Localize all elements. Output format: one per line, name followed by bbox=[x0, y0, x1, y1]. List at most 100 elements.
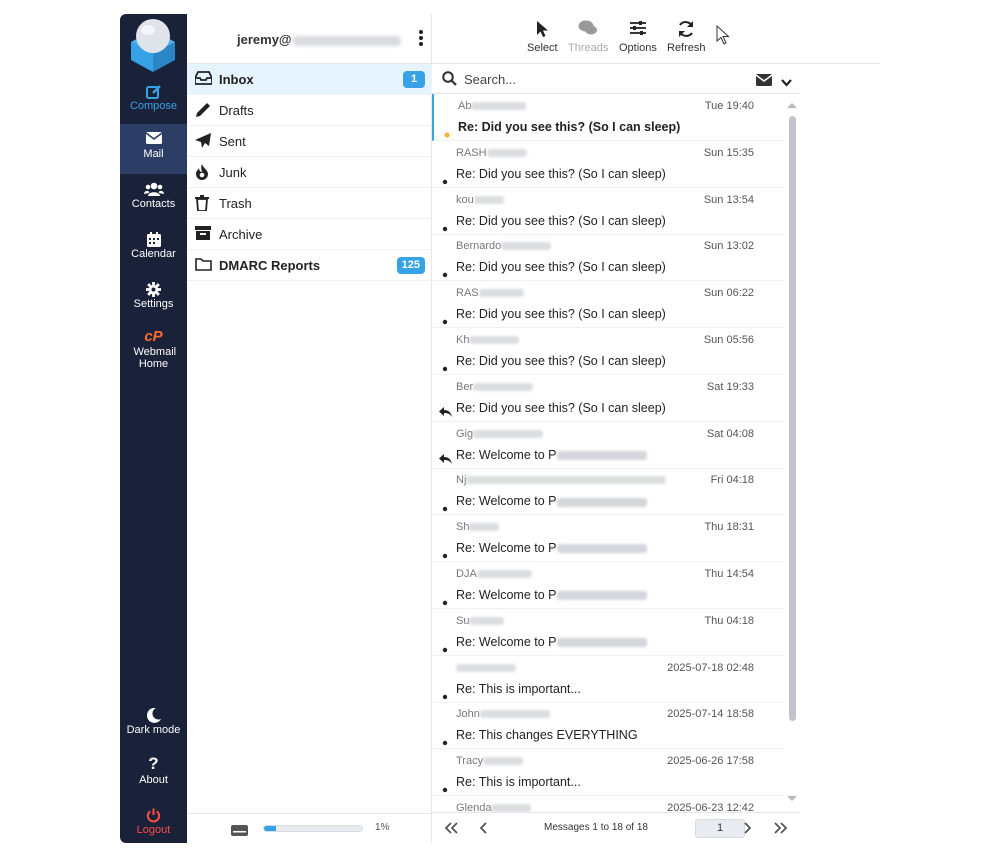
options-button[interactable]: Options bbox=[619, 20, 657, 54]
message-date: Thu 14:54 bbox=[704, 568, 754, 580]
message-subject-text: Re: Did you see this? (So I can sleep) bbox=[456, 166, 666, 181]
account-name-text: jeremy@ bbox=[237, 32, 292, 47]
nav-mail[interactable]: Mail bbox=[120, 124, 187, 174]
refresh-button[interactable]: Refresh bbox=[667, 20, 706, 54]
folder-archive[interactable]: Archive bbox=[187, 219, 432, 250]
select-label: Select bbox=[527, 42, 558, 54]
message-sender bbox=[456, 662, 516, 674]
archive-icon bbox=[195, 226, 211, 242]
replied-icon[interactable] bbox=[439, 404, 452, 422]
nav-about[interactable]: ? About bbox=[120, 750, 187, 798]
message-sender: kou bbox=[456, 194, 504, 206]
message-list-scrollbar[interactable] bbox=[784, 94, 800, 812]
message-list-panel: Ab Tue 19:40 Re: Did you see this? (So I c… bbox=[432, 64, 800, 843]
message-toolbar: Select Threads Options Refresh bbox=[432, 14, 880, 64]
search-icon[interactable] bbox=[442, 71, 457, 91]
message-row[interactable]: Sh Thu 18:31 Re: Welcome to P bbox=[432, 515, 784, 563]
folder-drafts[interactable]: Drafts bbox=[187, 95, 432, 126]
nav-logout[interactable]: Logout bbox=[120, 800, 187, 848]
sender-redacted bbox=[486, 148, 527, 157]
message-row[interactable]: Ab Tue 19:40 Re: Did you see this? (So I c… bbox=[432, 94, 784, 141]
account-header: jeremy@ bbox=[187, 14, 432, 64]
last-page-button[interactable] bbox=[774, 821, 788, 839]
chevron-right-icon bbox=[744, 822, 752, 834]
double-chevron-right-icon bbox=[774, 822, 788, 834]
message-row[interactable]: DJA Thu 14:54 Re: Welcome to P bbox=[432, 562, 784, 609]
message-row[interactable]: Gig Sat 04:08 Re: Welcome to P bbox=[432, 422, 784, 469]
chevron-left-icon bbox=[479, 822, 487, 834]
message-date: Sat 04:08 bbox=[706, 427, 754, 440]
nav-calendar[interactable]: Calendar bbox=[120, 224, 187, 272]
message-subject: Re: Did you see this? (So I can sleep) bbox=[456, 260, 666, 274]
refresh-label: Refresh bbox=[667, 42, 706, 54]
message-list: Ab Tue 19:40 Re: Did you see this? (So I c… bbox=[432, 94, 784, 812]
message-row[interactable]: Glenda 2025-06-23 12:42 bbox=[432, 796, 784, 812]
sender-redacted bbox=[473, 429, 544, 438]
envelope-filter-icon[interactable] bbox=[755, 73, 773, 91]
nav-mail-label: Mail bbox=[143, 148, 164, 160]
nav-compose[interactable]: Compose bbox=[120, 76, 187, 124]
message-sender-text: Ber bbox=[456, 380, 474, 393]
message-row[interactable]: Kh Sun 05:56 Re: Did you see this? (So I c… bbox=[432, 328, 784, 375]
sender-redacted bbox=[466, 476, 667, 485]
scroll-down-icon bbox=[787, 796, 797, 801]
quota-display: 1% bbox=[187, 813, 432, 843]
refresh-icon bbox=[667, 20, 706, 42]
account-menu-button[interactable] bbox=[418, 29, 426, 49]
message-row[interactable]: RAS Sun 06:22 Re: Did you see this? (So I … bbox=[432, 281, 784, 329]
page-number-input[interactable]: 1 bbox=[695, 819, 745, 838]
sender-redacted bbox=[456, 663, 516, 672]
sender-redacted bbox=[469, 336, 520, 345]
quota-percent: 1% bbox=[375, 822, 390, 833]
message-subject-text: Re: This is important... bbox=[456, 775, 581, 790]
folder-trash[interactable]: Trash bbox=[187, 188, 432, 219]
nav-contacts[interactable]: Contacts bbox=[120, 174, 187, 222]
search-input[interactable] bbox=[462, 69, 742, 89]
first-page-button[interactable] bbox=[444, 821, 458, 839]
next-page-button[interactable] bbox=[743, 821, 752, 839]
message-row[interactable]: Su Thu 04:18 Re: Welcome to P bbox=[432, 609, 784, 656]
message-sender: Su bbox=[456, 614, 505, 627]
message-sender: Bernardo bbox=[456, 240, 552, 252]
folder-sent[interactable]: Sent bbox=[187, 126, 432, 157]
message-row[interactable]: RASH Sun 15:35 Re: Did you see this? (So I… bbox=[432, 141, 784, 188]
folder-label: Inbox bbox=[219, 72, 254, 87]
nav-webmail-home[interactable]: cP Webmail Home bbox=[120, 322, 187, 376]
message-row[interactable]: Bernardo Sun 13:02 Re: Did you see this? (… bbox=[432, 234, 784, 282]
folder-dmarc-reports[interactable]: DMARC Reports 125 bbox=[187, 250, 432, 281]
message-date: Sat 19:33 bbox=[706, 380, 754, 393]
message-row[interactable]: Ber Sat 19:33 Re: Did you see this? (So I … bbox=[432, 375, 784, 422]
threads-icon bbox=[568, 20, 608, 42]
main-navigation: Compose Mail Contacts Calendar Settings … bbox=[120, 14, 187, 843]
replied-icon[interactable] bbox=[439, 451, 452, 469]
chevron-down-icon[interactable] bbox=[781, 74, 792, 92]
trash-icon bbox=[195, 195, 211, 212]
message-row[interactable]: 2025-07-18 02:48 Re: This is important... bbox=[432, 656, 784, 703]
message-subject-text: Re: Welcome to P bbox=[456, 588, 557, 602]
message-row[interactable]: kou Sun 13:54 Re: Did you see this? (So I … bbox=[432, 188, 784, 235]
folder-inbox[interactable]: Inbox 1 bbox=[187, 64, 432, 95]
previous-page-button[interactable] bbox=[479, 821, 488, 839]
scrollbar-thumb[interactable] bbox=[789, 116, 796, 721]
message-count: Messages 1 to 18 of 18 bbox=[544, 822, 648, 833]
nav-dark-mode[interactable]: Dark mode bbox=[120, 700, 187, 748]
message-sender: Tracy bbox=[456, 755, 524, 767]
message-sender-text: Su bbox=[456, 614, 470, 627]
message-row[interactable]: Nj Fri 04:18 Re: Welcome to P bbox=[432, 468, 784, 516]
subject-redacted bbox=[556, 497, 647, 507]
search-bar bbox=[432, 64, 800, 94]
message-sender-text: Kh bbox=[456, 334, 470, 346]
account-name: jeremy@ bbox=[237, 32, 401, 47]
threads-button[interactable]: Threads bbox=[568, 20, 608, 54]
roundcube-logo[interactable] bbox=[120, 14, 187, 76]
folder-junk[interactable]: Junk bbox=[187, 157, 432, 188]
message-row[interactable]: Tracy 2025-06-26 17:58 Re: This is importa… bbox=[432, 749, 784, 797]
message-sender: DJA bbox=[456, 568, 532, 580]
message-sender-text: John bbox=[456, 708, 480, 721]
message-row[interactable]: John 2025-07-14 18:58 Re: This changes EVE… bbox=[432, 702, 784, 750]
nav-settings[interactable]: Settings bbox=[120, 274, 187, 322]
select-button[interactable]: Select bbox=[527, 20, 558, 54]
pagination-bar: Messages 1 to 18 of 18 1 bbox=[432, 812, 800, 843]
message-sender: Kh bbox=[456, 334, 520, 346]
message-sender-text: Sh bbox=[456, 521, 470, 534]
